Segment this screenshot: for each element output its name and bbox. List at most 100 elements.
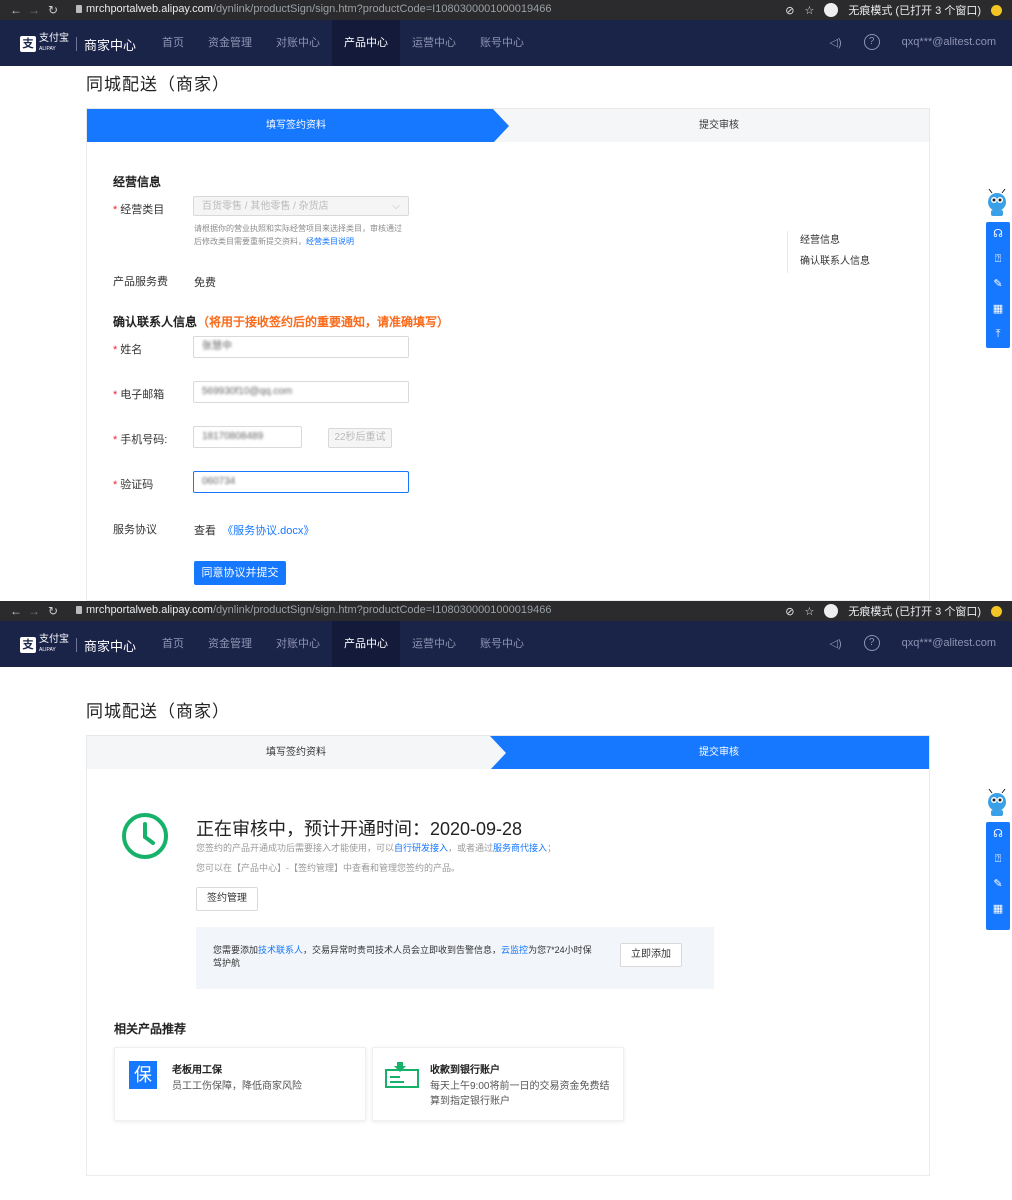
browser-toolbar-2: ← → ↻ mrchportalweb.alipay.com/dynlink/p… <box>0 601 1012 621</box>
recommend-card-bank[interactable]: 收款到银行账户 每天上午9:00将前一日的交易资金免费结算到指定银行账户 <box>372 1047 624 1121</box>
star-icon[interactable]: ☆ <box>805 605 815 618</box>
email-input[interactable]: 569930f10@qq.com <box>193 381 409 403</box>
speaker-icon[interactable]: ◁) <box>830 36 842 49</box>
browser-toolbar-1: ← → ↻ mrchportalweb.alipay.com/dynlink/p… <box>0 0 1012 20</box>
review-line-2: 您可以在【产品中心】-【签约管理】中查看和管理您签约的产品。 <box>196 863 460 873</box>
top-nav-2: 支 支付宝 ALIPAY 商家中心 首页 资金管理 对账中心 产品中心 运营中心 … <box>0 621 1012 667</box>
speaker-icon[interactable]: ◁) <box>830 637 842 650</box>
headset-icon[interactable]: ☊ <box>986 822 1010 847</box>
incognito-icon <box>824 604 839 618</box>
incognito-label: 无痕模式 (已打开 3 个窗口) <box>848 606 981 618</box>
notice-text: 您需要添加技术联系人，交易异常时贵司技术人员会立即收到告警信息，云监控为您7*2… <box>213 945 592 968</box>
reload-icon[interactable]: ↻ <box>48 604 58 618</box>
alipay-logo-icon: 支 <box>20 36 36 52</box>
back-to-top-icon[interactable]: ⤒ <box>986 322 1010 347</box>
main-menu: 首页 资金管理 对账中心 产品中心 运营中心 账号中心 <box>150 621 536 667</box>
eye-off-icon[interactable]: ⊘ <box>785 605 794 618</box>
floating-toolbar-2: ☊ ⍰ ✎ ▦ <box>986 822 1010 930</box>
category-select[interactable]: 百货零售 / 其他零售 / 杂货店 ⌵ <box>193 196 409 216</box>
code-input[interactable]: 060734 <box>193 471 409 493</box>
recommend-title: 相关产品推荐 <box>114 1022 187 1036</box>
step-submit-review: 提交审核 <box>699 120 739 131</box>
question-icon[interactable]: ⍰ <box>986 247 1010 272</box>
email-label: * 电子邮箱 <box>113 389 165 401</box>
tech-contact-link[interactable]: 技术联系人 <box>258 945 303 955</box>
help-icon[interactable]: ? <box>863 34 880 50</box>
star-icon[interactable]: ☆ <box>805 4 815 17</box>
menu-operations[interactable]: 运营中心 <box>400 20 468 66</box>
top-nav-1: 支 支付宝 ALIPAY 商家中心 首页 资金管理 对账中心 产品中心 运营中心 … <box>0 20 1012 66</box>
forward-icon[interactable]: → <box>28 3 40 17</box>
profile-icon[interactable] <box>991 4 1002 16</box>
form-toc: 经营信息 确认联系人信息 <box>787 231 870 273</box>
category-label: * 经营类目 <box>113 204 165 216</box>
agreement-link[interactable]: 《服务协议.docx》 <box>222 525 314 537</box>
insurance-icon: 保 <box>129 1061 157 1089</box>
bank-transfer-icon <box>385 1062 419 1088</box>
isv-link[interactable]: 服务商代接入 <box>493 843 547 853</box>
menu-home[interactable]: 首页 <box>150 621 196 667</box>
step-fill-info: 填写签约资料 <box>266 747 326 758</box>
forward-icon[interactable]: → <box>28 604 40 618</box>
reload-icon[interactable]: ↻ <box>48 3 58 17</box>
address-bar[interactable]: mrchportalweb.alipay.com/dynlink/product… <box>86 3 551 15</box>
menu-products[interactable]: 产品中心 <box>332 20 400 66</box>
add-now-button[interactable]: 立即添加 <box>620 943 682 967</box>
recommend-desc: 每天上午9:00将前一日的交易资金免费结算到指定银行账户 <box>430 1081 610 1107</box>
phone-input[interactable]: 18170808489 <box>193 426 302 448</box>
recommend-name: 老板用工保 <box>172 1065 222 1076</box>
menu-account[interactable]: 账号中心 <box>468 20 536 66</box>
main-menu: 首页 资金管理 对账中心 产品中心 运营中心 账号中心 <box>150 20 536 66</box>
back-icon[interactable]: ← <box>10 3 22 17</box>
qrcode-icon[interactable]: ▦ <box>986 297 1010 322</box>
portal-title: 商家中心 <box>84 638 137 654</box>
edit-icon[interactable]: ✎ <box>986 272 1010 297</box>
user-account[interactable]: qxq***@alitest.com <box>902 36 996 48</box>
menu-operations[interactable]: 运营中心 <box>400 621 468 667</box>
name-input[interactable]: 张慧中 <box>193 336 409 358</box>
recommend-desc: 员工工伤保障，降低商家风险 <box>172 1081 302 1092</box>
steps-bar-1: 填写签约资料 提交审核 <box>86 108 930 144</box>
fee-value: 免费 <box>194 277 216 289</box>
back-icon[interactable]: ← <box>10 604 22 618</box>
mascot-icon[interactable] <box>984 188 1010 218</box>
sign-manage-button[interactable]: 签约管理 <box>196 887 258 911</box>
toc-biz-info[interactable]: 经营信息 <box>800 231 870 252</box>
self-dev-link[interactable]: 自行研发接入 <box>394 843 448 853</box>
chevron-down-icon: ⌵ <box>392 201 400 212</box>
floating-toolbar-1: ☊ ⍰ ✎ ▦ ⤒ <box>986 222 1010 348</box>
menu-products[interactable]: 产品中心 <box>332 621 400 667</box>
clock-icon <box>122 813 168 859</box>
mascot-icon[interactable] <box>984 788 1010 818</box>
lock-icon <box>76 5 82 13</box>
question-icon[interactable]: ⍰ <box>986 847 1010 872</box>
menu-home[interactable]: 首页 <box>150 20 196 66</box>
address-bar[interactable]: mrchportalweb.alipay.com/dynlink/product… <box>86 604 551 616</box>
logo-text: 支付宝 ALIPAY <box>39 634 69 654</box>
user-account[interactable]: qxq***@alitest.com <box>902 637 996 649</box>
menu-funds[interactable]: 资金管理 <box>196 20 264 66</box>
logo-text: 支付宝 ALIPAY <box>39 33 69 53</box>
menu-funds[interactable]: 资金管理 <box>196 621 264 667</box>
cloud-monitor-link[interactable]: 云监控 <box>501 945 528 955</box>
toc-contact-info[interactable]: 确认联系人信息 <box>800 252 870 273</box>
qrcode-icon[interactable]: ▦ <box>986 897 1010 922</box>
edit-icon[interactable]: ✎ <box>986 872 1010 897</box>
menu-reconcile[interactable]: 对账中心 <box>264 20 332 66</box>
headset-icon[interactable]: ☊ <box>986 222 1010 247</box>
tech-contact-notice: 您需要添加技术联系人，交易异常时贵司技术人员会立即收到告警信息，云监控为您7*2… <box>196 927 714 989</box>
logo[interactable]: 支 支付宝 ALIPAY 商家中心 <box>20 635 136 655</box>
menu-reconcile[interactable]: 对账中心 <box>264 621 332 667</box>
recommend-card-insurance[interactable]: 保 老板用工保 员工工伤保障，降低商家风险 <box>114 1047 366 1121</box>
page-title: 同城配送（商家） <box>86 75 230 94</box>
resend-code-button[interactable]: 22秒后重试 <box>328 428 392 448</box>
category-help-link[interactable]: 经营类目说明 <box>306 237 354 246</box>
help-icon[interactable]: ? <box>863 635 880 651</box>
eye-off-icon[interactable]: ⊘ <box>785 4 794 17</box>
logo[interactable]: 支 支付宝 ALIPAY 商家中心 <box>20 34 136 54</box>
submit-button[interactable]: 同意协议并提交 <box>194 561 286 585</box>
incognito-label: 无痕模式 (已打开 3 个窗口) <box>848 5 981 17</box>
nav-tools: ◁) ? qxq***@alitest.com <box>830 635 996 651</box>
menu-account[interactable]: 账号中心 <box>468 621 536 667</box>
profile-icon[interactable] <box>991 605 1002 617</box>
